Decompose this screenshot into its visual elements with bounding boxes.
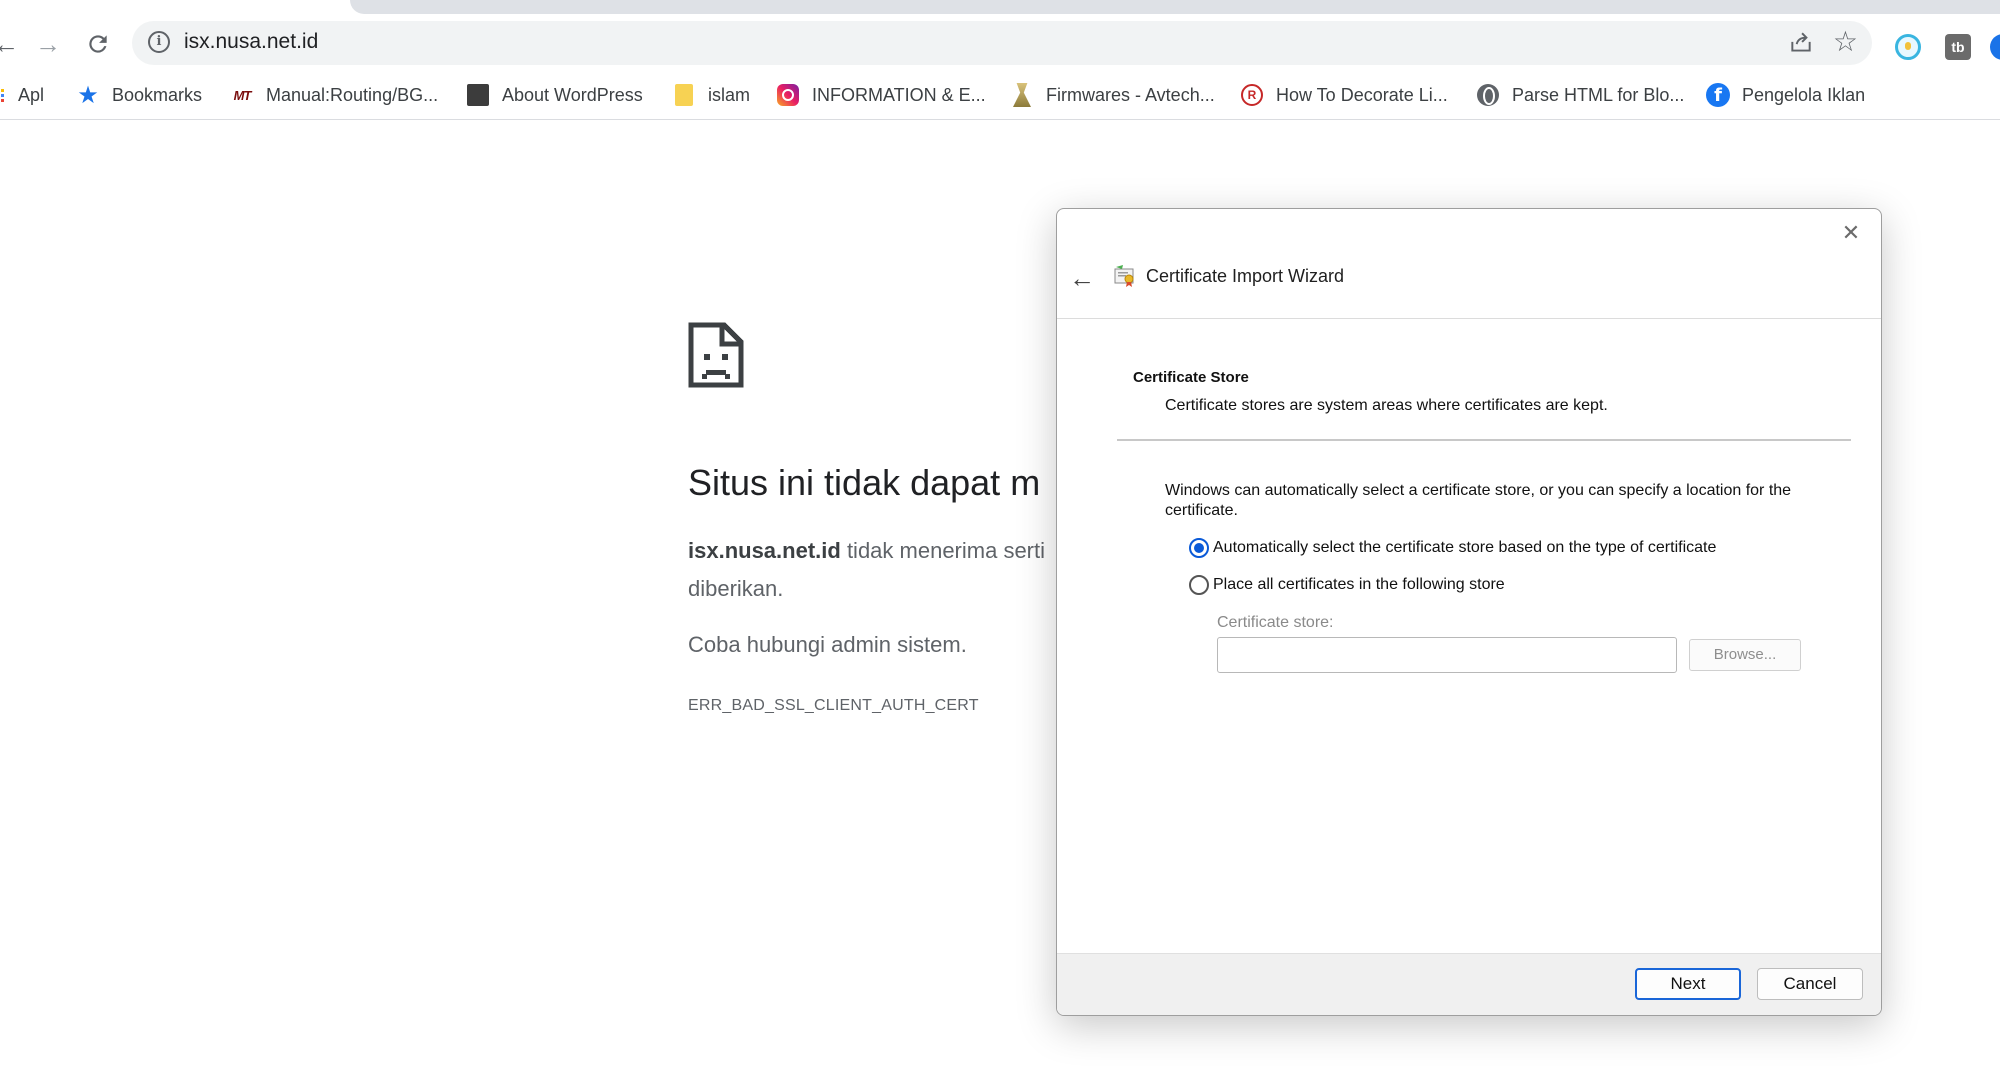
radio-auto-select-store[interactable]: Automatically select the certificate sto…: [1189, 538, 1716, 558]
bookmark-parse-html[interactable]: Parse HTML for Blo...: [1476, 80, 1684, 110]
firmware-icon: [1013, 83, 1031, 107]
next-button[interactable]: Next: [1635, 968, 1741, 1000]
divider: [1117, 439, 1851, 441]
error-description: isx.nusa.net.id tidak menerima serti dib…: [688, 532, 1068, 608]
share-icon[interactable]: [1788, 30, 1814, 56]
apps-grid-icon: [0, 88, 4, 102]
bookmark-label: About WordPress: [502, 84, 643, 105]
error-description-text: diberikan.: [688, 576, 784, 601]
globe-icon: [1477, 84, 1499, 106]
bookmark-information[interactable]: INFORMATION & E...: [776, 80, 986, 110]
address-bar[interactable]: i isx.nusa.net.id ☆: [132, 21, 1872, 65]
back-arrow-icon[interactable]: ←: [1069, 265, 1095, 291]
bookmark-pengelola-iklan[interactable]: f Pengelola Iklan: [1706, 80, 1865, 110]
wizard-footer: Next Cancel: [1057, 953, 1881, 1015]
instruction-text: Windows can automatically select a certi…: [1165, 482, 1792, 519]
wizard-header: ← Certificate Import Wizard: [1057, 249, 1881, 319]
extension-icon[interactable]: [1895, 34, 1921, 60]
tab-strip: [350, 0, 2000, 14]
bookmark-label: Firmwares - Avtech...: [1046, 84, 1215, 105]
extension-tb-icon[interactable]: tb: [1945, 34, 1971, 60]
section-title: Certificate Store: [1133, 369, 1249, 386]
instagram-icon: [777, 84, 799, 106]
reload-icon[interactable]: [80, 26, 116, 62]
browse-button[interactable]: Browse...: [1689, 639, 1801, 671]
bookmark-label: Manual:Routing/BG...: [266, 84, 439, 105]
bookmark-manual-routing[interactable]: MT Manual:Routing/BG...: [230, 80, 438, 110]
error-hint: Coba hubungi admin sistem.: [688, 632, 967, 657]
star-icon: ★: [77, 81, 99, 109]
bookmark-star-icon[interactable]: ☆: [1833, 26, 1858, 58]
back-arrow-icon[interactable]: ←: [0, 26, 24, 62]
error-host: isx.nusa.net.id: [688, 538, 841, 563]
radio-selected-icon[interactable]: [1189, 538, 1209, 558]
sad-document-icon: [688, 322, 744, 388]
bookmark-islam[interactable]: islam: [672, 80, 750, 110]
bookmark-label: Pengelola Iklan: [1742, 84, 1866, 105]
folder-icon: [675, 84, 693, 106]
cancel-button[interactable]: Cancel: [1757, 968, 1863, 1000]
radio-label[interactable]: Place all certificates in the following …: [1213, 576, 1505, 594]
r-logo-icon: R: [1241, 84, 1263, 106]
facebook-icon: f: [1706, 83, 1730, 107]
extension-icon[interactable]: [1990, 34, 2000, 60]
radio-label[interactable]: Automatically select the certificate sto…: [1213, 539, 1716, 557]
error-description-text: tidak menerima serti: [840, 538, 1046, 563]
bookmark-label: INFORMATION & E...: [812, 84, 986, 105]
certificate-store-label: Certificate store:: [1217, 614, 1334, 631]
bookmarks-bar: Apl ★ Bookmarks MT Manual:Routing/BG... …: [0, 72, 2000, 120]
bookmark-label: islam: [708, 84, 751, 105]
bookmark-label: Apl: [18, 84, 45, 105]
close-icon[interactable]: ✕: [1839, 221, 1863, 245]
bookmark-apps[interactable]: Apl: [0, 80, 44, 110]
bookmark-how-to-decorate[interactable]: R How To Decorate Li...: [1240, 80, 1448, 110]
certificate-store-input[interactable]: [1217, 637, 1677, 673]
bookmark-bookmarks[interactable]: ★ Bookmarks: [76, 80, 202, 110]
wordpress-icon: [467, 84, 489, 106]
bookmark-label: Bookmarks: [112, 84, 203, 105]
section-description: Certificate stores are system areas wher…: [1165, 397, 1608, 414]
error-title: Situs ini tidak dapat m: [688, 462, 1041, 503]
radio-place-in-store[interactable]: Place all certificates in the following …: [1189, 575, 1505, 595]
certificate-icon: [1113, 265, 1137, 287]
bookmark-about-wordpress[interactable]: About WordPress: [466, 80, 643, 110]
bookmark-firmwares[interactable]: Firmwares - Avtech...: [1010, 80, 1215, 110]
forward-arrow-icon[interactable]: →: [30, 26, 66, 62]
wizard-title: Certificate Import Wizard: [1146, 266, 1345, 286]
radio-unselected-icon[interactable]: [1189, 575, 1209, 595]
browser-toolbar: ← → i isx.nusa.net.id ☆ tb: [0, 14, 2000, 72]
bookmark-label: Parse HTML for Blo...: [1512, 84, 1685, 105]
address-url[interactable]: isx.nusa.net.id: [184, 30, 318, 54]
site-info-icon[interactable]: i: [148, 31, 170, 53]
certificate-import-wizard-dialog: ✕ ← Certificate Import Wizard Certificat…: [1056, 208, 1882, 1016]
bookmark-label: How To Decorate Li...: [1276, 84, 1448, 105]
error-code[interactable]: ERR_BAD_SSL_CLIENT_AUTH_CERT: [688, 697, 979, 715]
mikrotik-icon: MT: [233, 87, 252, 103]
